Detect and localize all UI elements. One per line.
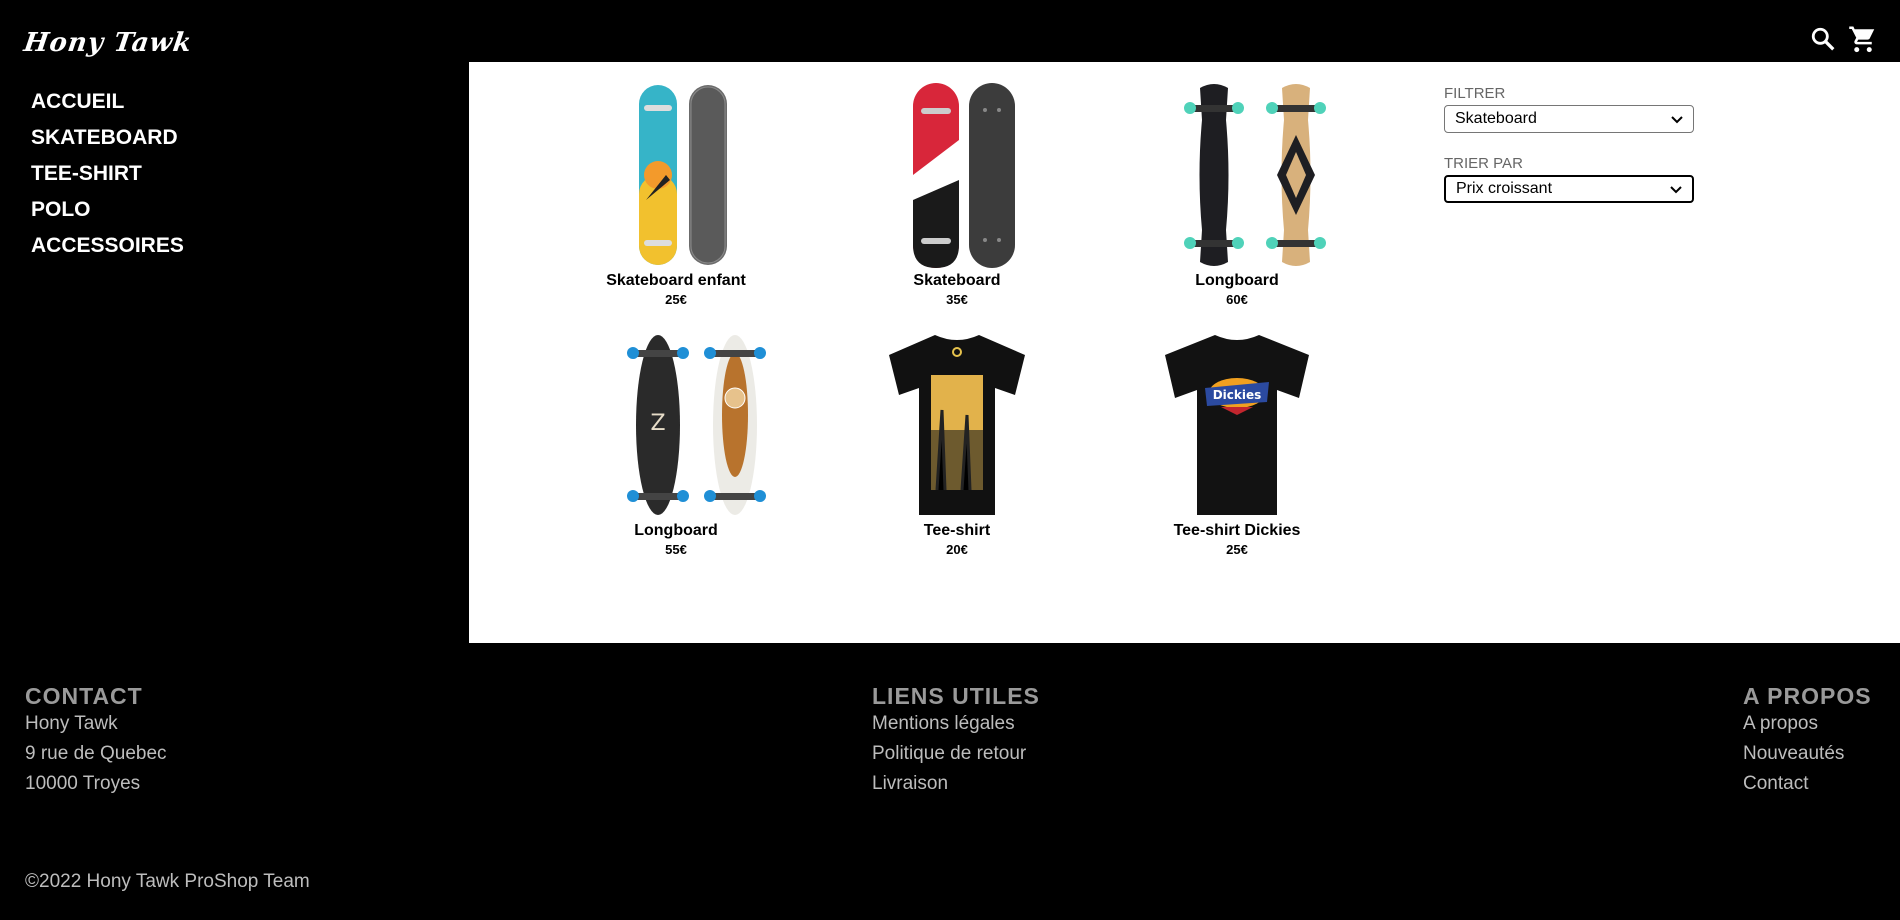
footer-links: Mentions légales Politique de retour Liv… [872, 713, 1026, 795]
product-image-skateboard-enfant[interactable] [536, 80, 816, 270]
nav-item-accessoires[interactable]: ACCESSOIRES [31, 234, 184, 257]
contact-city: 10000 Troyes [25, 773, 141, 794]
product-card[interactable]: Dickies Tee-shirt Dickies 25€ [1097, 330, 1377, 557]
product-price: 20€ [946, 542, 968, 557]
product-price: 35€ [946, 292, 968, 307]
main-nav: ACCUEIL SKATEBOARD TEE-SHIRT POLO ACCESS… [31, 90, 184, 257]
product-name[interactable]: Tee-shirt Dickies [1097, 522, 1377, 540]
sort-label: TRIER PAR [1444, 155, 1523, 172]
product-name[interactable]: Longboard [536, 522, 816, 540]
product-price: 60€ [1226, 292, 1248, 307]
footer-link-nouveautes[interactable]: Nouveautés [1743, 743, 1844, 765]
nav-item-tee-shirt[interactable]: TEE-SHIRT [31, 162, 184, 185]
footer-link-apropos[interactable]: A propos [1743, 713, 1844, 735]
product-image-longboard[interactable] [1097, 80, 1377, 270]
product-image-longboard[interactable]: Z [536, 330, 816, 520]
product-price: 25€ [665, 292, 687, 307]
product-image-tee-shirt[interactable] [817, 330, 1097, 520]
footer-link-mentions[interactable]: Mentions légales [872, 713, 1026, 735]
chevron-down-icon [1671, 112, 1683, 127]
filter-select[interactable]: Skateboard [1444, 105, 1694, 133]
nav-item-accueil[interactable]: ACCUEIL [31, 90, 184, 113]
product-image-tee-shirt-dickies[interactable]: Dickies [1097, 330, 1377, 520]
contact-street: 9 rue de Quebec [25, 743, 167, 764]
filters-panel: FILTRER Skateboard TRIER PAR Prix croiss… [1444, 85, 1696, 203]
footer-about-title: A PROPOS [1743, 683, 1872, 709]
product-name[interactable]: Longboard [1097, 272, 1377, 290]
product-card[interactable]: Skateboard 35€ [817, 80, 1097, 307]
footer-contact-title: CONTACT [25, 683, 143, 709]
footer-link-livraison[interactable]: Livraison [872, 773, 1026, 795]
product-card[interactable]: Skateboard enfant 25€ [536, 80, 816, 307]
nav-item-polo[interactable]: POLO [31, 198, 184, 221]
copyright: ©2022 Hony Tawk ProShop Team [25, 871, 310, 892]
filter-label: FILTRER [1444, 85, 1506, 102]
footer-contact: Hony Tawk 9 rue de Quebec 10000 Troyes [25, 713, 167, 795]
search-icon[interactable] [1808, 24, 1838, 54]
nav-item-skateboard[interactable]: SKATEBOARD [31, 126, 184, 149]
product-name[interactable]: Skateboard enfant [536, 272, 816, 290]
filter-select-value: Skateboard [1455, 110, 1537, 127]
product-price: 25€ [1226, 542, 1248, 557]
product-name[interactable]: Tee-shirt [817, 522, 1097, 540]
footer-links-title: LIENS UTILES [872, 683, 1040, 709]
product-card[interactable]: Longboard 60€ [1097, 80, 1377, 307]
cart-icon[interactable] [1848, 24, 1878, 54]
footer-link-contact[interactable]: Contact [1743, 773, 1844, 795]
product-image-skateboard[interactable] [817, 80, 1097, 270]
contact-name: Hony Tawk [25, 713, 118, 734]
sort-select[interactable]: Prix croissant [1444, 175, 1694, 203]
sort-select-value: Prix croissant [1456, 180, 1553, 197]
product-price: 55€ [665, 542, 687, 557]
svg-text:Z: Z [650, 411, 665, 436]
product-card[interactable]: Z Longboard 55€ [536, 330, 816, 557]
site-logo[interactable]: Hony Tawk [22, 28, 194, 58]
product-card[interactable]: Tee-shirt 20€ [817, 330, 1097, 557]
chevron-down-icon [1670, 182, 1682, 197]
footer-link-retour[interactable]: Politique de retour [872, 743, 1026, 765]
product-name[interactable]: Skateboard [817, 272, 1097, 290]
product-area: Skateboard enfant 25€ Skateboard 35€ Lon… [469, 62, 1900, 643]
svg-text:Dickies: Dickies [1213, 388, 1262, 402]
footer-about: A propos Nouveautés Contact [1743, 713, 1844, 795]
